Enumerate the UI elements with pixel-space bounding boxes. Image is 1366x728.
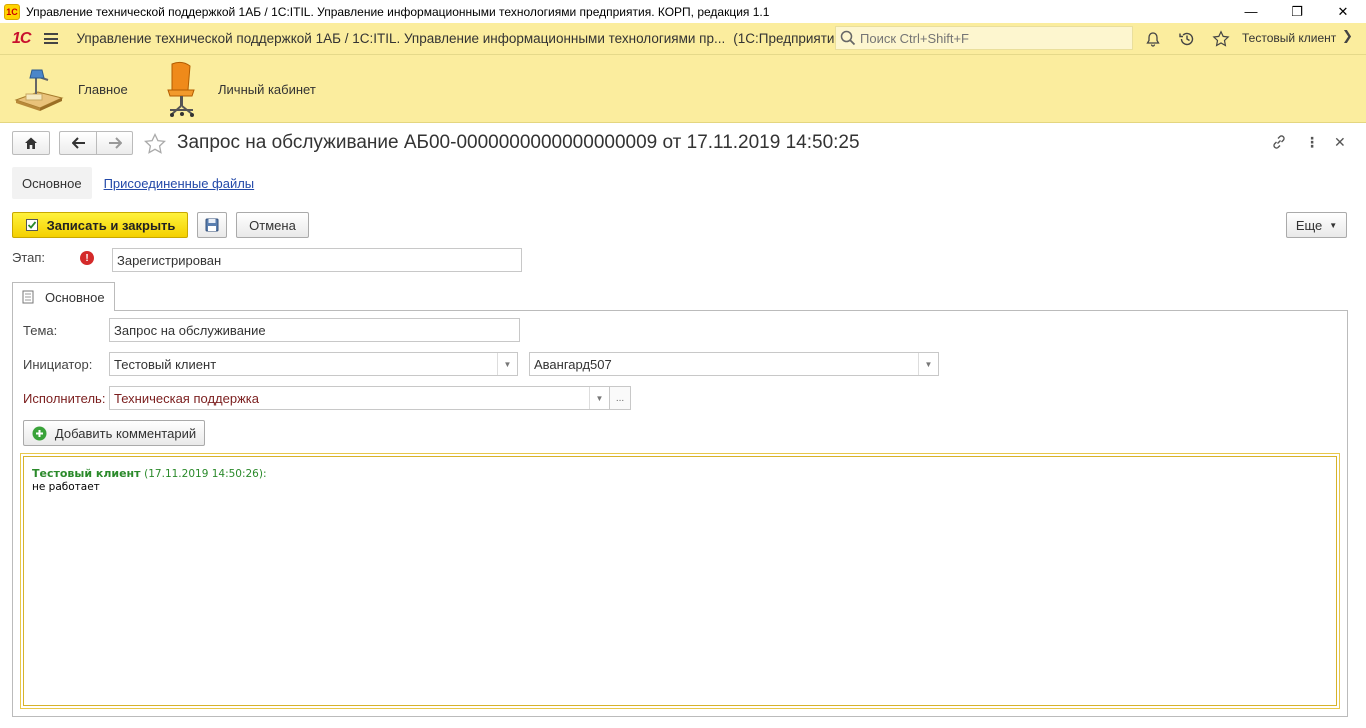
section-cabinet-label: Личный кабинет xyxy=(218,81,316,97)
desk-lamp-icon xyxy=(14,69,64,111)
history-icon[interactable] xyxy=(1177,29,1197,49)
close-form-icon[interactable]: ✕ xyxy=(1334,134,1346,151)
app-mode: (1С:Предприятие) xyxy=(733,31,847,46)
home-button[interactable] xyxy=(12,131,50,155)
inner-tab-main[interactable]: Основное xyxy=(12,282,115,311)
forward-button[interactable] xyxy=(96,131,133,155)
initiator-org-value: Авангард507 xyxy=(534,356,612,372)
office-chair-icon xyxy=(167,61,195,117)
main-menu-icon[interactable] xyxy=(44,33,59,44)
executor-select-button[interactable]: ... xyxy=(609,386,631,410)
app-logo[interactable]: 1С xyxy=(12,30,31,48)
form-tabs: Основное Присоединенные файлы xyxy=(12,167,254,199)
sections-panel: Главное Личный кабинет xyxy=(0,55,1366,123)
comments-content: Тестовый клиент (17.11.2019 14:50:26): н… xyxy=(23,456,1337,706)
cancel-button[interactable]: Отмена xyxy=(236,212,309,238)
add-comment-button[interactable]: Добавить комментарий xyxy=(23,420,205,446)
minimize-button[interactable]: — xyxy=(1228,0,1274,23)
window-titlebar: 1C Управление технической поддержкой 1АБ… xyxy=(0,0,1366,23)
more-vertical-icon[interactable]: ⋮ xyxy=(1305,134,1319,151)
tab-attached-files[interactable]: Присоединенные файлы xyxy=(104,176,255,191)
section-cabinet[interactable]: Личный кабинет xyxy=(160,55,316,123)
add-comment-label: Добавить комментарий xyxy=(54,425,197,441)
initiator-org-field[interactable]: Авангард507 ▼ xyxy=(529,352,939,376)
home-icon xyxy=(25,137,37,149)
search-input[interactable] xyxy=(860,30,1120,46)
restore-button[interactable]: ❐ xyxy=(1274,0,1320,23)
section-main-label: Главное xyxy=(78,81,128,97)
search-icon xyxy=(840,30,856,46)
save-and-close-button[interactable]: Записать и закрыть xyxy=(12,212,188,238)
dropdown-arrow-icon: ▼ xyxy=(1329,220,1338,230)
initiator-field[interactable]: Тестовый клиент ▼ xyxy=(109,352,518,376)
top-toolbar: 1С Управление технической поддержкой 1АБ… xyxy=(0,23,1366,55)
save-check-icon xyxy=(25,219,38,231)
more-actions-label: Еще xyxy=(1295,217,1323,233)
link-icon[interactable] xyxy=(1271,134,1287,153)
add-plus-icon xyxy=(32,426,47,440)
back-button[interactable] xyxy=(59,131,97,155)
search-box[interactable] xyxy=(835,26,1133,50)
arrow-left-icon xyxy=(71,137,85,149)
favorites-star-icon[interactable] xyxy=(1211,29,1231,49)
initiator-org-dropdown-icon[interactable]: ▼ xyxy=(918,353,938,375)
favorite-star-icon[interactable] xyxy=(143,132,167,159)
comment-date: (17.11.2019 14:50:26): xyxy=(144,468,267,480)
executor-value: Техническая поддержка xyxy=(114,390,259,406)
stage-field[interactable]: Зарегистрирован xyxy=(112,248,522,272)
initiator-label: Инициатор: xyxy=(23,357,93,372)
inner-tab-label: Основное xyxy=(45,289,105,305)
theme-field[interactable]: Запрос на обслуживание xyxy=(109,318,520,342)
executor-field[interactable]: Техническая поддержка ▼ xyxy=(109,386,610,410)
form-header: Запрос на обслуживание АБ00-000000000000… xyxy=(0,123,1366,165)
document-icon xyxy=(22,290,34,304)
warning-icon: ! xyxy=(80,251,94,265)
arrow-right-icon xyxy=(108,137,122,149)
chevron-right-icon[interactable]: ❯ xyxy=(1342,28,1353,44)
save-and-close-label: Записать и закрыть xyxy=(46,217,176,233)
close-window-button[interactable]: ✕ xyxy=(1320,0,1366,23)
comment-text: не работает xyxy=(32,481,100,493)
initiator-value: Тестовый клиент xyxy=(114,356,217,372)
window-title: Управление технической поддержкой 1АБ / … xyxy=(26,4,770,19)
theme-label: Тема: xyxy=(23,323,58,338)
section-main[interactable]: Главное xyxy=(14,55,128,123)
save-button[interactable] xyxy=(197,212,227,238)
stage-label: Этап: xyxy=(12,250,46,265)
executor-label: Исполнитель: xyxy=(23,391,106,406)
comment-author: Тестовый клиент xyxy=(32,467,141,480)
comments-area[interactable]: Тестовый клиент (17.11.2019 14:50:26): н… xyxy=(20,453,1340,709)
current-user[interactable]: Тестовый клиент xyxy=(1242,31,1336,45)
initiator-dropdown-icon[interactable]: ▼ xyxy=(497,353,517,375)
executor-dropdown-icon[interactable]: ▼ xyxy=(589,387,609,409)
form-title: Запрос на обслуживание АБ00-000000000000… xyxy=(177,132,860,153)
notifications-bell-icon[interactable] xyxy=(1143,29,1163,49)
tab-main[interactable]: Основное xyxy=(12,167,92,199)
more-actions-button[interactable]: Еще ▼ xyxy=(1286,212,1347,238)
app-title: Управление технической поддержкой 1АБ / … xyxy=(76,31,726,46)
1c-logo-icon: 1C xyxy=(4,3,20,20)
floppy-disk-icon xyxy=(205,218,219,232)
